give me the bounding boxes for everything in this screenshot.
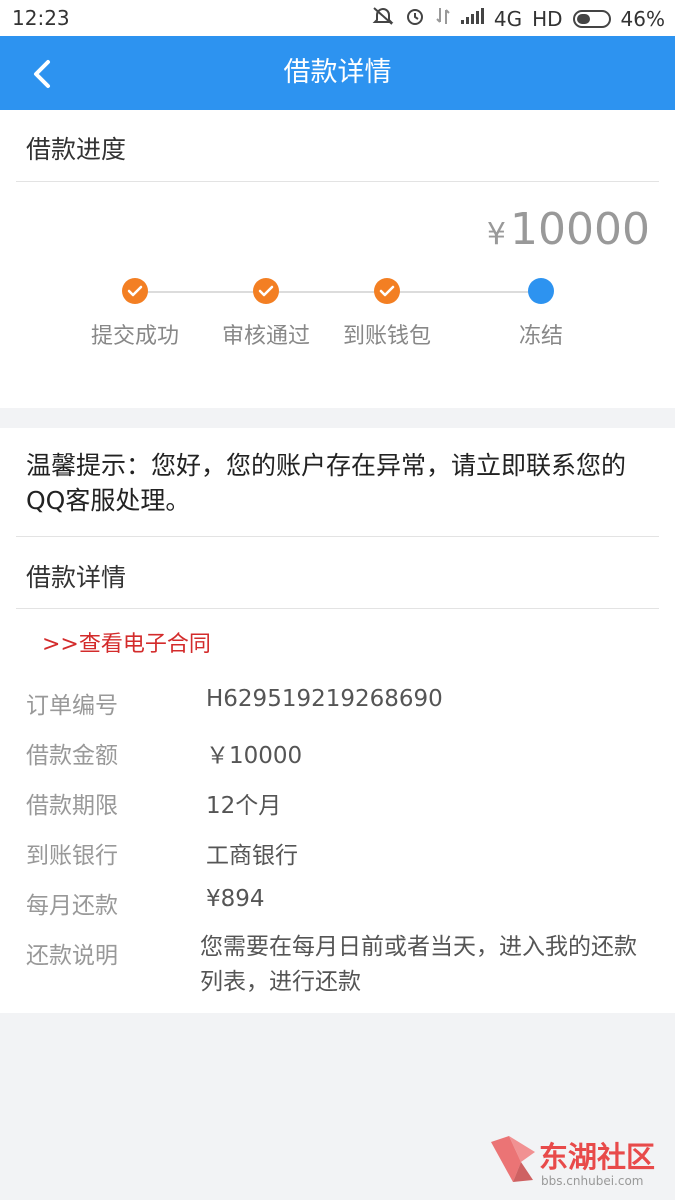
detail-label: 订单编号: [26, 693, 118, 719]
details-card: 温馨提示：您好，您的账户存在异常，请立即联系您的QQ客服处理。 借款详情 >>查…: [0, 428, 675, 1013]
progress-section-title: 借款进度: [26, 135, 127, 164]
alarm-icon: [404, 6, 426, 31]
hd-indicator: HD: [532, 6, 563, 31]
step-3-check-icon: [374, 278, 400, 304]
step-label: 冻结: [518, 324, 563, 349]
step-4-current-dot: [528, 278, 554, 304]
community-logo-icon: [491, 1136, 535, 1182]
view-contract-link[interactable]: >>查看电子合同: [42, 626, 211, 658]
data-transfer-icon: [436, 6, 450, 31]
watermark-text: 东湖社区: [539, 1140, 656, 1174]
network-type: 4G: [493, 6, 523, 31]
detail-label: 借款期限: [26, 793, 118, 819]
detail-value: ￥10000: [206, 743, 303, 769]
warning-notice: 温馨提示：您好，您的账户存在异常，请立即联系您的QQ客服处理。: [26, 451, 627, 515]
page-title: 借款详情: [283, 57, 392, 88]
divider: [16, 608, 659, 609]
detail-value: 工商银行: [206, 843, 298, 869]
battery-percent: 46%: [620, 6, 665, 31]
battery-icon: [572, 9, 611, 28]
step-2-check-icon: [253, 278, 279, 304]
signal-icon: [460, 7, 484, 30]
detail-value: ¥894: [206, 886, 265, 912]
detail-value: 您需要在每月日前或者当天，进入我的还款列表，进行还款: [200, 934, 637, 995]
step-label: 到账钱包: [342, 324, 431, 349]
detail-label: 每月还款: [26, 893, 118, 919]
step-label: 提交成功: [90, 324, 179, 349]
status-time: 12:23: [12, 6, 70, 30]
status-icons: 4G HD 46%: [372, 6, 665, 31]
progress-track: [135, 291, 541, 293]
detail-label: 还款说明: [26, 943, 118, 969]
watermark: 东湖社区 bbs.cnhubei.com: [487, 1132, 667, 1194]
title-bar: 借款详情: [0, 36, 675, 110]
detail-value: 12个月: [206, 793, 282, 819]
detail-label: 借款金额: [26, 743, 118, 769]
divider: [16, 181, 659, 182]
detail-label: 到账银行: [26, 843, 118, 869]
loan-amount: ¥10000: [487, 204, 650, 255]
details-section-title: 借款详情: [26, 563, 127, 592]
step-1-check-icon: [122, 278, 148, 304]
amount-value: 10000: [510, 204, 650, 255]
watermark-url: bbs.cnhubei.com: [541, 1174, 644, 1188]
mute-icon: [372, 6, 394, 31]
detail-value: H629519219268690: [206, 686, 443, 712]
divider: [16, 536, 659, 537]
amount-currency: ¥: [486, 217, 507, 252]
progress-card: 借款进度 ¥10000 提交成功 审核通过 到账钱包 冻结: [0, 110, 675, 408]
status-bar: 12:23 4G HD 46%: [0, 0, 675, 36]
step-label: 审核通过: [221, 324, 310, 349]
